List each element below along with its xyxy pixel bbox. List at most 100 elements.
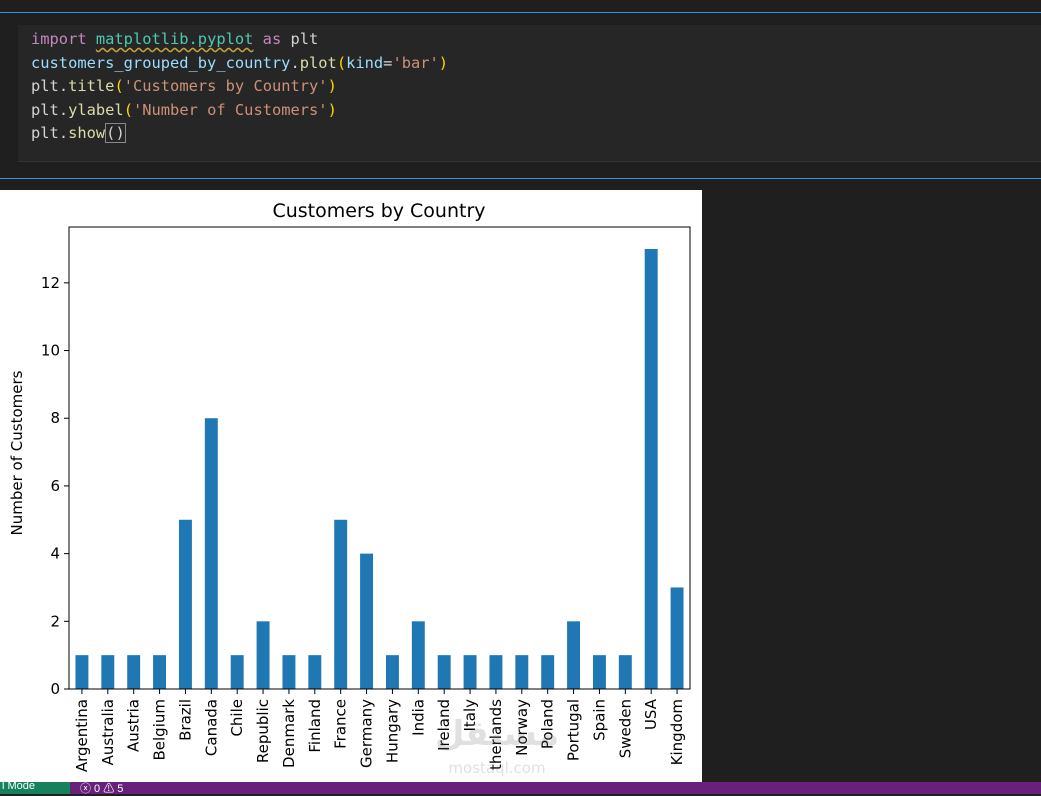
y-tick-label: 6 xyxy=(50,477,60,495)
code-token: ( xyxy=(114,77,124,96)
code-token: ) xyxy=(438,53,449,72)
bar xyxy=(256,621,270,689)
watermark-latin: mostaql.com xyxy=(448,759,545,777)
code-token: ) xyxy=(327,100,337,119)
watermark: مستقل mostaql.com xyxy=(435,714,559,777)
bar xyxy=(618,655,632,689)
code-token: title xyxy=(68,77,115,96)
x-tick-label: Austria xyxy=(125,699,143,752)
y-tick-label: 0 xyxy=(50,680,60,698)
code-editor[interactable]: import matplotlib.pyplot as plt customers… xyxy=(18,25,1041,162)
code-cell[interactable]: import matplotlib.pyplot as plt customers… xyxy=(0,13,1041,178)
bar xyxy=(360,553,374,689)
bar xyxy=(178,519,192,689)
bar xyxy=(385,655,399,689)
chart-title: Customers by Country xyxy=(272,200,485,222)
y-tick-label: 8 xyxy=(50,409,60,427)
code-token: plot xyxy=(299,53,337,72)
code-line[interactable]: plt.show() xyxy=(31,122,448,146)
code-line[interactable]: plt.ylabel('Number of Customers') xyxy=(31,99,448,123)
x-tick-label: USA xyxy=(642,698,660,730)
y-ticks-group: 0 2 4 6 8 10 12 xyxy=(41,274,69,698)
y-tick-label: 10 xyxy=(41,342,60,360)
bar xyxy=(463,655,477,689)
bar xyxy=(670,587,684,689)
watermark-arabic: مستقل xyxy=(435,714,559,754)
code-token: plt xyxy=(290,30,319,48)
status-mode-text: l Mode xyxy=(2,780,36,792)
bar xyxy=(515,655,529,689)
code-token: import xyxy=(31,30,96,48)
code-token: ( xyxy=(336,53,347,72)
code-token: . xyxy=(58,77,69,96)
code-token: 'Customers by Country' xyxy=(123,77,328,96)
x-tick-label: Denmark xyxy=(280,699,298,768)
bar xyxy=(411,621,425,689)
code-token: kind xyxy=(346,53,384,72)
status-bar: l Mode ⓧ 0 ⚠ 5 xyxy=(0,780,1041,795)
code-token: plt xyxy=(31,124,59,143)
code-token: . xyxy=(58,100,69,119)
x-tick-label: Australia xyxy=(99,699,117,765)
code-token: customers_grouped_by_country xyxy=(31,53,291,72)
bar xyxy=(567,621,581,689)
bar xyxy=(489,655,503,689)
x-tick-label: France xyxy=(332,699,350,749)
bar xyxy=(334,519,348,689)
code-token: () xyxy=(105,123,126,144)
bar xyxy=(153,655,167,689)
x-tick-label: Hungary xyxy=(383,699,401,763)
x-tick-label: Chile xyxy=(228,699,246,737)
cell-bottom-border xyxy=(0,178,1041,179)
bar xyxy=(230,655,244,689)
code-token: ( xyxy=(123,100,133,119)
bar xyxy=(204,418,218,689)
code-line[interactable]: customers_grouped_by_country.plot(kind='… xyxy=(31,52,448,76)
code-token: 'Number of Customers' xyxy=(132,100,328,119)
x-tick-label: Brazil xyxy=(176,699,194,741)
bar xyxy=(127,655,141,689)
x-tick-label: Argentina xyxy=(73,699,91,772)
x-tick-label: Germany xyxy=(358,699,376,768)
code-token: as xyxy=(253,30,291,48)
y-axis-label: Number of Customers xyxy=(8,370,26,535)
bar xyxy=(101,655,115,689)
bar xyxy=(282,655,296,689)
status-mode-item[interactable]: l Mode xyxy=(0,780,70,794)
code-lines[interactable]: import matplotlib.pyplot as plt customers… xyxy=(31,28,448,146)
y-tick-label: 2 xyxy=(50,612,60,630)
code-token: ) xyxy=(327,77,337,96)
x-tick-label: Sweden xyxy=(616,699,634,758)
bar xyxy=(644,249,658,689)
code-token: show xyxy=(68,124,106,143)
x-tick-label: Republic xyxy=(254,699,272,763)
code-line[interactable]: plt.title('Customers by Country') xyxy=(31,75,448,99)
y-tick-label: 4 xyxy=(50,545,60,563)
bar xyxy=(592,655,606,689)
code-token: . xyxy=(290,53,300,72)
bar-chart: Customers by Country Number of Customers… xyxy=(8,200,691,777)
x-tick-label: Finland xyxy=(306,699,324,753)
x-tick-label: India xyxy=(409,699,427,736)
x-tick-label: Portugal xyxy=(565,699,583,761)
bar xyxy=(437,655,451,689)
code-token: ylabel xyxy=(68,100,124,119)
code-token: plt xyxy=(31,77,59,96)
bar xyxy=(541,655,555,689)
code-token: . xyxy=(58,124,69,143)
x-tick-label: Spain xyxy=(590,699,608,741)
bar xyxy=(75,655,89,689)
code-line[interactable]: import matplotlib.pyplot as plt xyxy=(31,28,448,52)
x-tick-label: Canada xyxy=(202,699,220,756)
x-ticks-group: Argentina Australia Austria Belgium Brazil Ca… xyxy=(73,689,686,772)
code-token: matplotlib.pyplot xyxy=(95,30,254,48)
code-token: 'bar' xyxy=(392,53,439,72)
x-tick-label: Belgium xyxy=(151,699,169,761)
plot-frame xyxy=(68,226,691,690)
y-tick-label: 12 xyxy=(41,274,60,292)
bars-group xyxy=(75,249,684,689)
x-tick-label: Kingdom xyxy=(668,699,686,765)
cell-output: Customers by Country Number of Customers… xyxy=(0,190,702,782)
code-token: plt xyxy=(31,100,59,119)
bar xyxy=(308,655,322,689)
